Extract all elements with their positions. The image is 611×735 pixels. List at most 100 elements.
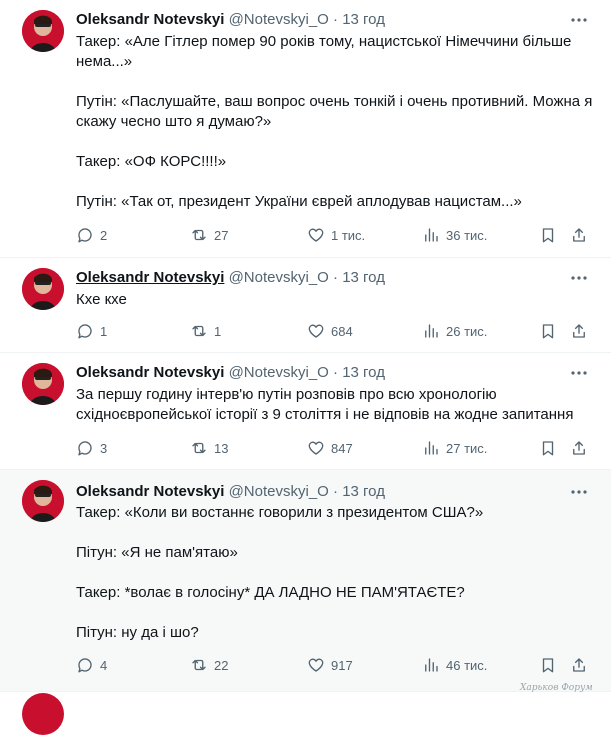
- views-count: 36 тис.: [446, 227, 488, 243]
- next-tweet-avatar[interactable]: [22, 693, 64, 735]
- tweet-line: Такер: «Коли ви востаннє говорили з през…: [76, 504, 484, 521]
- share-button[interactable]: [570, 225, 588, 245]
- separator-dot: ·: [333, 11, 339, 28]
- timestamp[interactable]: 13 год: [342, 483, 385, 500]
- more-button[interactable]: [568, 482, 590, 502]
- views-chart-icon: [425, 441, 438, 455]
- author-name[interactable]: Oleksandr Notevskyi: [76, 364, 224, 381]
- bookmark-button[interactable]: [539, 438, 557, 458]
- views-button[interactable]: 36 тис.: [422, 225, 487, 245]
- reply-button[interactable]: 1: [76, 321, 107, 341]
- views-chart-icon: [425, 658, 438, 672]
- tweet-3[interactable]: Oleksandr Notevskyi @Notevskyi_O · 13 го…: [0, 353, 611, 470]
- author-handle[interactable]: @Notevskyi_O: [229, 11, 329, 28]
- like-button[interactable]: 684: [307, 321, 353, 341]
- views-count: 26 тис.: [446, 323, 488, 339]
- more-button[interactable]: [568, 10, 590, 30]
- bookmark-button[interactable]: [539, 225, 557, 245]
- bookmark-icon: [542, 324, 554, 339]
- share-button[interactable]: [570, 438, 588, 458]
- tweet-text: За першу годину інтерв'ю путін розповів …: [76, 385, 596, 425]
- author-name[interactable]: Oleksandr Notevskyi: [76, 483, 224, 500]
- tweet-line: Такер: «Але Гітлер помер 90 років тому, …: [76, 33, 576, 70]
- repost-icon: [192, 325, 206, 337]
- bookmark-icon: [542, 658, 554, 673]
- like-count: 684: [331, 323, 353, 339]
- more-button[interactable]: [568, 268, 590, 288]
- tweet-line: Пітун: ну да і шо?: [76, 624, 199, 641]
- repost-button[interactable]: 13: [190, 438, 228, 458]
- like-button[interactable]: 847: [307, 438, 353, 458]
- reply-count: 3: [100, 440, 108, 456]
- timestamp[interactable]: 13 год: [342, 364, 385, 381]
- like-button[interactable]: 917: [307, 655, 353, 675]
- share-icon: [573, 324, 585, 338]
- more-icon: [571, 276, 587, 280]
- heart-icon: [308, 658, 324, 672]
- tweet-2[interactable]: Oleksandr Notevskyi @Notevskyi_O · 13 го…: [0, 258, 611, 353]
- avatar[interactable]: [22, 480, 64, 522]
- more-button[interactable]: [568, 363, 590, 383]
- tweet-line: [76, 603, 596, 623]
- views-chart-icon: [425, 324, 438, 338]
- tweet-line: Путін: «Паслушайте, ваш вопрос очень тон…: [76, 93, 597, 130]
- tweet-header: Oleksandr Notevskyi @Notevskyi_O · 13 го…: [76, 268, 385, 288]
- tweet-header: Oleksandr Notevskyi @Notevskyi_O · 13 го…: [76, 10, 385, 30]
- repost-icon: [192, 442, 206, 454]
- reply-button[interactable]: 2: [76, 225, 107, 245]
- separator-dot: ·: [333, 364, 339, 381]
- repost-button[interactable]: 27: [190, 225, 228, 245]
- avatar[interactable]: [22, 10, 64, 52]
- reply-count: 4: [100, 657, 108, 673]
- reply-icon: [78, 228, 92, 243]
- reply-count: 1: [100, 323, 108, 339]
- tweet-line: [76, 132, 596, 152]
- repost-count: 13: [214, 440, 229, 456]
- separator-dot: ·: [333, 483, 339, 500]
- repost-count: 22: [214, 657, 229, 673]
- views-count: 46 тис.: [446, 657, 488, 673]
- author-name[interactable]: Oleksandr Notevskyi: [76, 11, 224, 28]
- repost-icon: [192, 659, 206, 671]
- bookmark-button[interactable]: [539, 321, 557, 341]
- heart-icon: [308, 324, 324, 338]
- share-button[interactable]: [570, 655, 588, 675]
- timestamp[interactable]: 13 год: [342, 11, 385, 28]
- author-handle[interactable]: @Notevskyi_O: [229, 483, 329, 500]
- timestamp[interactable]: 13 год: [342, 269, 385, 286]
- views-button[interactable]: 26 тис.: [422, 321, 487, 341]
- reply-icon: [78, 441, 92, 456]
- tweet-line: Путін: «Так от, президент України єврей …: [76, 193, 522, 210]
- repost-button[interactable]: 22: [190, 655, 228, 675]
- share-button[interactable]: [570, 321, 588, 341]
- author-name[interactable]: Oleksandr Notevskyi: [76, 269, 224, 286]
- reply-count: 2: [100, 227, 108, 243]
- avatar[interactable]: [22, 268, 64, 310]
- avatar[interactable]: [22, 363, 64, 405]
- reply-button[interactable]: 3: [76, 438, 107, 458]
- tweet-4[interactable]: Oleksandr Notevskyi @Notevskyi_O · 13 го…: [0, 470, 611, 692]
- bookmark-button[interactable]: [539, 655, 557, 675]
- views-button[interactable]: 27 тис.: [422, 438, 487, 458]
- repost-button[interactable]: 1: [190, 321, 221, 341]
- tweet-header: Oleksandr Notevskyi @Notevskyi_O · 13 го…: [76, 363, 385, 383]
- repost-icon: [192, 229, 206, 241]
- like-button[interactable]: 1 тис.: [307, 225, 365, 245]
- author-handle[interactable]: @Notevskyi_O: [229, 269, 329, 286]
- author-handle[interactable]: @Notevskyi_O: [229, 364, 329, 381]
- separator-dot: ·: [333, 269, 339, 286]
- reply-button[interactable]: 4: [76, 655, 107, 675]
- tweet-line: Такер: «ОФ КОРС!!!!»: [76, 153, 227, 170]
- tweet-actions: 4 22 917 46 тис.: [76, 655, 596, 675]
- share-icon: [573, 228, 585, 242]
- tweet-line: [76, 563, 596, 583]
- tweet-1[interactable]: Oleksandr Notevskyi @Notevskyi_O · 13 го…: [0, 0, 611, 258]
- views-count: 27 тис.: [446, 440, 488, 456]
- tweet-line: [76, 72, 596, 92]
- views-chart-icon: [425, 228, 438, 242]
- tweet-line: [76, 523, 596, 543]
- like-count: 1 тис.: [331, 227, 366, 243]
- views-button[interactable]: 46 тис.: [422, 655, 487, 675]
- tweet-text: Кхе кхе: [76, 290, 596, 310]
- like-count: 917: [331, 657, 353, 673]
